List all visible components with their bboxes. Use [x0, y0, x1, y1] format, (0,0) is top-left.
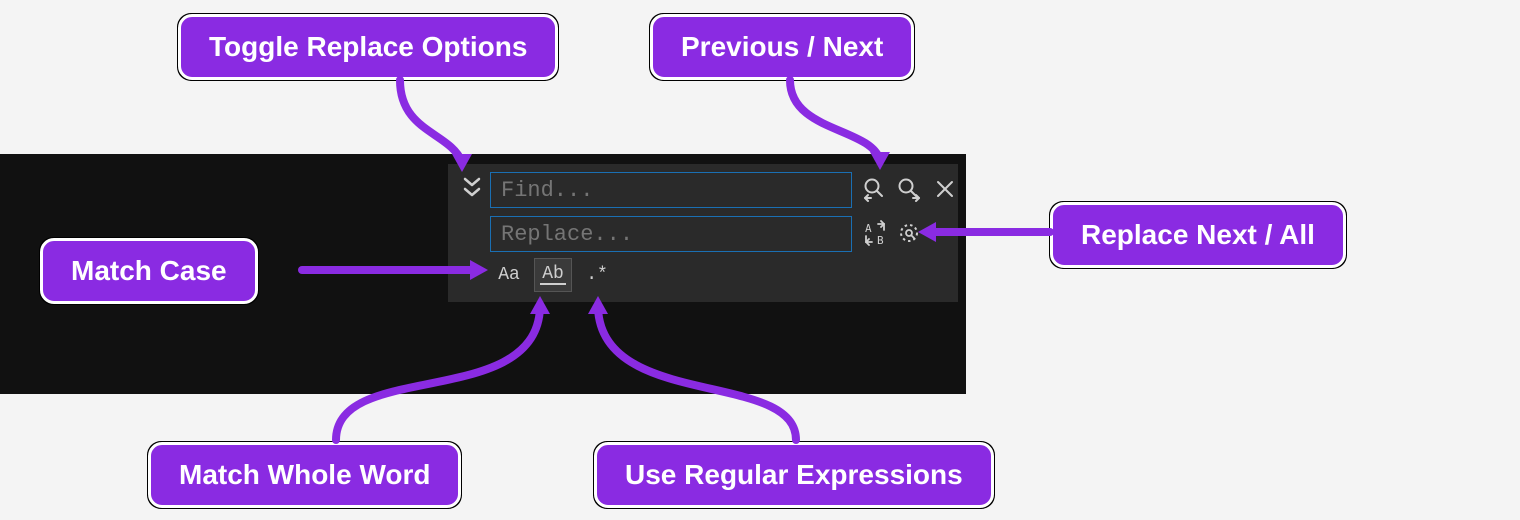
svg-text:A: A	[865, 222, 872, 235]
close-icon	[935, 179, 955, 199]
arrow-match-case	[298, 252, 498, 292]
search-options-row: Aa Ab .*	[490, 258, 616, 292]
callout-prev-next-label: Previous / Next	[681, 31, 883, 62]
double-chevron-down-icon	[463, 177, 481, 199]
find-next-button[interactable]	[894, 174, 924, 204]
callout-toggle-replace: Toggle Replace Options	[178, 14, 558, 80]
match-whole-word-label: Ab	[540, 265, 566, 285]
callout-match-whole-word-label: Match Whole Word	[179, 459, 430, 490]
svg-text:B: B	[877, 234, 884, 246]
arrow-prev-next	[770, 72, 900, 177]
callout-match-case-label: Match Case	[71, 255, 227, 286]
callout-replace-next-all-label: Replace Next / All	[1081, 219, 1315, 250]
close-button[interactable]	[930, 174, 960, 204]
arrow-toggle-replace	[390, 72, 480, 177]
replace-next-button[interactable]: A B	[860, 218, 890, 248]
callout-use-regex: Use Regular Expressions	[594, 442, 994, 508]
replace-next-icon: A B	[862, 220, 888, 246]
callout-prev-next: Previous / Next	[650, 14, 914, 80]
callout-match-whole-word: Match Whole Word	[148, 442, 461, 508]
match-case-label: Aa	[498, 265, 520, 285]
arrow-match-whole-word	[316, 290, 566, 450]
callout-replace-next-all: Replace Next / All	[1050, 202, 1346, 268]
search-previous-icon	[862, 176, 888, 202]
regex-label: .*	[586, 265, 608, 285]
callout-use-regex-label: Use Regular Expressions	[625, 459, 963, 490]
arrow-use-regex	[586, 290, 816, 450]
find-replace-widget: A B Aa Ab .*	[448, 164, 958, 302]
use-regex-toggle[interactable]: .*	[578, 258, 616, 292]
find-previous-button[interactable]	[860, 174, 890, 204]
arrow-replace-next-all	[910, 214, 1060, 254]
find-input[interactable]	[490, 172, 852, 208]
replace-input[interactable]	[490, 216, 852, 252]
match-whole-word-toggle[interactable]: Ab	[534, 258, 572, 292]
callout-match-case: Match Case	[40, 238, 258, 304]
callout-toggle-replace-label: Toggle Replace Options	[209, 31, 527, 62]
search-next-icon	[896, 176, 922, 202]
